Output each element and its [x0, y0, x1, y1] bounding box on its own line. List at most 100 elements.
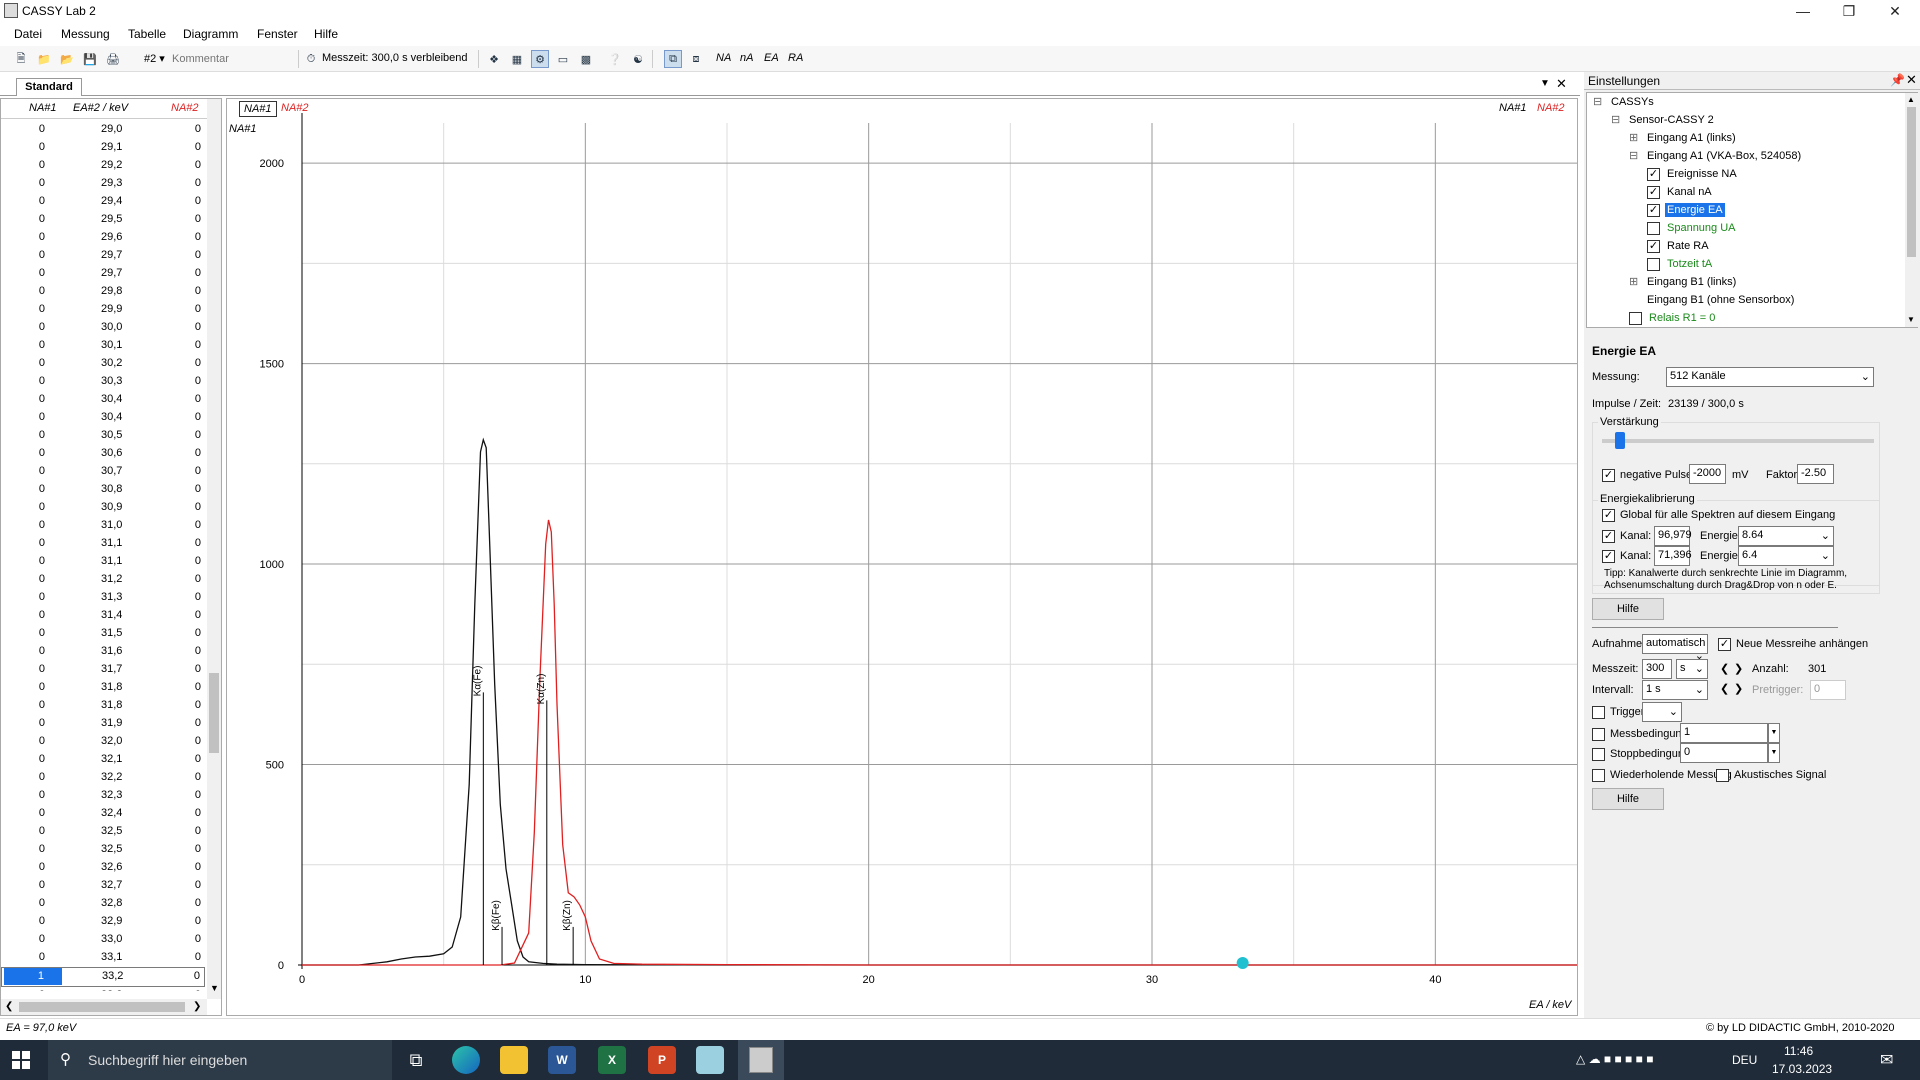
- table-cell[interactable]: 31,9: [101, 717, 122, 729]
- table-cell[interactable]: 0: [39, 465, 45, 477]
- table-cell[interactable]: 33,0: [101, 933, 122, 945]
- table-row[interactable]: 0 32,6 0: [1, 859, 205, 877]
- table-cell[interactable]: 0: [195, 591, 201, 603]
- table-cell[interactable]: 31,0: [101, 519, 122, 531]
- bluetooth-icon[interactable]: ❖: [485, 50, 503, 68]
- table-cell[interactable]: 30,1: [101, 339, 122, 351]
- hilfe-button-2[interactable]: Hilfe: [1592, 788, 1664, 810]
- table-cell[interactable]: 0: [39, 141, 45, 153]
- save-icon[interactable]: 💾: [81, 50, 99, 68]
- tree-item[interactable]: Energie EA: [1664, 202, 1726, 218]
- table-cell[interactable]: 0: [39, 303, 45, 315]
- table-cell[interactable]: 0: [195, 537, 201, 549]
- cal1-checkbox[interactable]: ✓: [1602, 530, 1615, 543]
- table-cell[interactable]: 0: [39, 177, 45, 189]
- window-layout-icon[interactable]: ⧉: [664, 50, 682, 68]
- table-cell[interactable]: 0: [195, 429, 201, 441]
- series-line-1[interactable]: [302, 437, 1577, 966]
- collapse-icon[interactable]: ⊟: [1629, 149, 1638, 162]
- table-cell[interactable]: 0: [195, 123, 201, 135]
- neue-messreihe-checkbox[interactable]: ✓: [1718, 638, 1731, 651]
- table-cell[interactable]: 0: [39, 771, 45, 783]
- table-cell[interactable]: 0: [195, 861, 201, 873]
- table-cell[interactable]: 29,1: [101, 141, 122, 153]
- table-cell[interactable]: 32,5: [101, 825, 122, 837]
- tree-checkbox[interactable]: ✓: [1647, 186, 1660, 199]
- table-row[interactable]: 0 31,1 0: [1, 553, 205, 571]
- table-cell[interactable]: 0: [39, 789, 45, 801]
- table-cell[interactable]: 0: [39, 645, 45, 657]
- tree-item[interactable]: Totzeit tA: [1665, 257, 1714, 271]
- table-row[interactable]: 0 32,9 0: [1, 913, 205, 931]
- tree-item[interactable]: Eingang B1 (links): [1645, 275, 1738, 289]
- table-row[interactable]: 0 31,8 0: [1, 697, 205, 715]
- table-cell[interactable]: 0: [195, 375, 201, 387]
- table-cell[interactable]: 30,3: [101, 375, 122, 387]
- table-cell[interactable]: 0: [39, 375, 45, 387]
- tray-icons[interactable]: △ ☁ ■ ■ ■ ■ ■: [1576, 1052, 1653, 1066]
- quantity-ra-button[interactable]: RA: [788, 52, 803, 64]
- table-row[interactable]: 0 29,6 0: [1, 229, 205, 247]
- table-cell[interactable]: 0: [195, 501, 201, 513]
- table-row[interactable]: 0 31,7 0: [1, 661, 205, 679]
- table-row[interactable]: 0 30,5 0: [1, 427, 205, 445]
- table-cell[interactable]: 0: [39, 573, 45, 585]
- table-row[interactable]: 0 29,4 0: [1, 193, 205, 211]
- table-cell[interactable]: 0: [39, 609, 45, 621]
- table-cell[interactable]: 0: [39, 447, 45, 459]
- table-cell[interactable]: 32,7: [101, 879, 122, 891]
- table-row[interactable]: 0 31,9 0: [1, 715, 205, 733]
- cal2-energie-select[interactable]: 6.4 ⌄: [1738, 546, 1834, 566]
- tree-item[interactable]: Eingang A1 (links): [1645, 131, 1738, 145]
- table-cell[interactable]: 30,4: [101, 393, 122, 405]
- table-row[interactable]: 0 29,1 0: [1, 139, 205, 157]
- trigger-select[interactable]: ⌄: [1642, 702, 1682, 722]
- expand-icon[interactable]: ⊞: [1629, 275, 1638, 288]
- tree-checkbox[interactable]: [1647, 258, 1660, 271]
- table-cell[interactable]: 0: [195, 663, 201, 675]
- table-row[interactable]: 0 32,2 0: [1, 769, 205, 787]
- table-cell[interactable]: 0: [39, 989, 45, 991]
- column-header[interactable]: EA#2 / keV: [73, 102, 128, 114]
- table-cell[interactable]: 0: [39, 897, 45, 909]
- table-cell[interactable]: 29,9: [101, 303, 122, 315]
- table-cell[interactable]: 0: [195, 483, 201, 495]
- table-cell[interactable]: 33,2: [102, 970, 123, 982]
- global-checkbox[interactable]: ✓: [1602, 509, 1615, 522]
- table-row[interactable]: 0 31,2 0: [1, 571, 205, 589]
- file-explorer-icon[interactable]: [500, 1046, 528, 1074]
- table-cell[interactable]: 30,5: [101, 429, 122, 441]
- task-view-icon[interactable]: ⧉: [402, 1046, 430, 1074]
- menu-hilfe[interactable]: Hilfe: [314, 27, 338, 41]
- table-row[interactable]: 0 31,3 0: [1, 589, 205, 607]
- table-cell[interactable]: 29,7: [101, 267, 122, 279]
- stopwatch-icon[interactable]: ⏱: [302, 50, 320, 68]
- table-row[interactable]: 0 31,8 0: [1, 679, 205, 697]
- table-horizontal-scrollbar[interactable]: ❮ ❯: [1, 999, 207, 1015]
- table-cell[interactable]: 32,6: [101, 861, 122, 873]
- table-cell[interactable]: 0: [195, 177, 201, 189]
- negative-pulse-input[interactable]: -2000: [1689, 464, 1726, 484]
- table-row[interactable]: 0 30,3 0: [1, 373, 205, 391]
- table-row[interactable]: 0 30,0 0: [1, 319, 205, 337]
- comment-input[interactable]: [172, 50, 292, 68]
- pin-icon[interactable]: 📌: [1890, 73, 1905, 87]
- table-cell[interactable]: 31,6: [101, 645, 122, 657]
- table-cell[interactable]: 30,0: [101, 321, 122, 333]
- table-cell[interactable]: 0: [39, 807, 45, 819]
- table-row[interactable]: 0 32,1 0: [1, 751, 205, 769]
- table-cell[interactable]: 29,2: [101, 159, 122, 171]
- taskbar-search[interactable]: ⚲ Suchbegriff hier eingeben: [48, 1040, 392, 1080]
- table-row[interactable]: 0 30,4 0: [1, 391, 205, 409]
- scroll-down-icon[interactable]: ▼: [1907, 315, 1915, 324]
- table-cell[interactable]: 31,8: [101, 699, 122, 711]
- table-cell[interactable]: 30,9: [101, 501, 122, 513]
- tree-item[interactable]: Rate RA: [1665, 239, 1711, 253]
- cal1-kanal-input[interactable]: 96,979: [1654, 526, 1692, 546]
- table-cell[interactable]: 0: [195, 357, 201, 369]
- table-cell[interactable]: 0: [39, 231, 45, 243]
- table-cell[interactable]: 30,4: [101, 411, 122, 423]
- table-cell[interactable]: 0: [195, 915, 201, 927]
- messbedingung-checkbox[interactable]: [1592, 728, 1605, 741]
- table-row[interactable]: 0 29,0 0: [1, 121, 205, 139]
